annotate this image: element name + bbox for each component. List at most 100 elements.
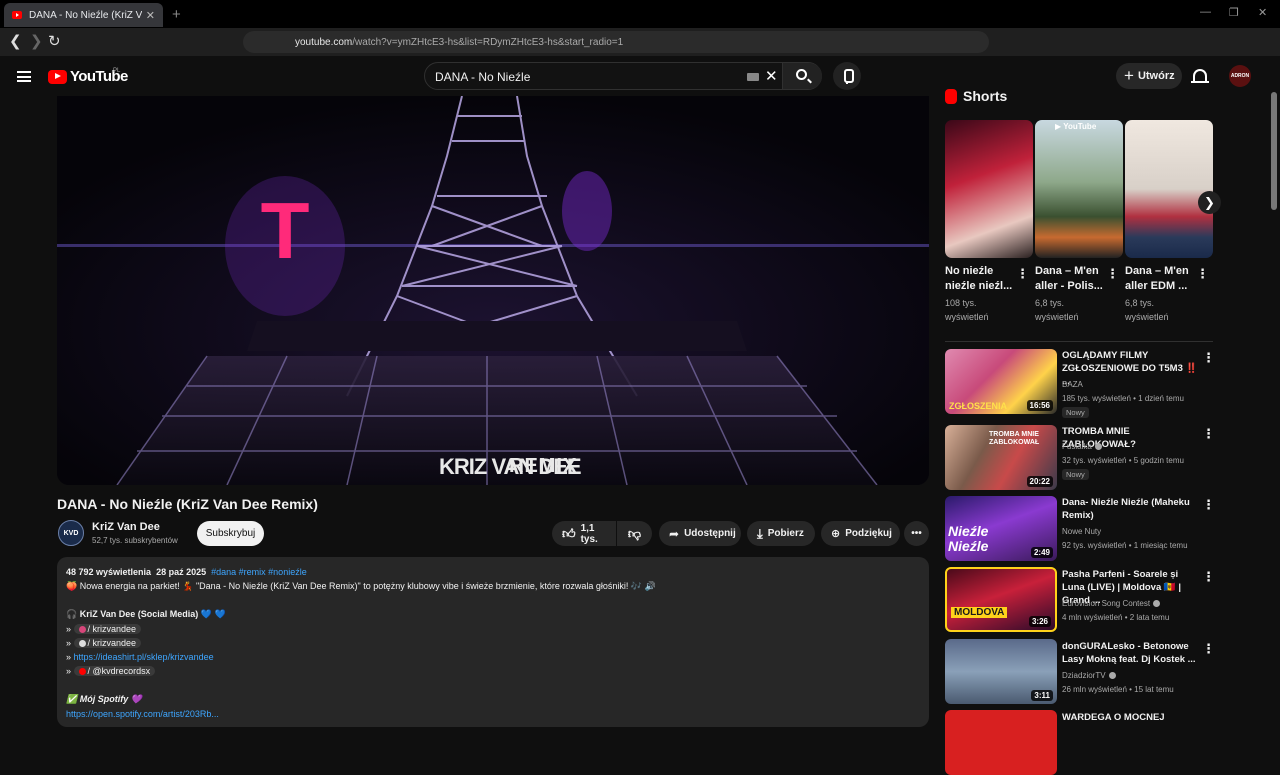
short-title-3[interactable]: Dana – M'en aller EDM ... bbox=[1125, 264, 1195, 294]
related-meta-3: 92 tys. wyświetleń • 1 miesiąc temu bbox=[1062, 541, 1188, 550]
verified-icon bbox=[1108, 672, 1116, 679]
search-box[interactable]: DANA - No Nieźle ✕ bbox=[424, 62, 822, 90]
clear-search-icon[interactable]: ✕ bbox=[765, 67, 778, 85]
duration-badge: 20:22 bbox=[1026, 476, 1053, 487]
youtube-favicon-icon bbox=[12, 11, 22, 19]
short-menu-icon[interactable]: ⋮ bbox=[1016, 266, 1029, 282]
download-icon: ⤓ bbox=[757, 525, 763, 541]
shorts-next-icon[interactable]: ❯ bbox=[1198, 191, 1221, 214]
notifications-icon[interactable] bbox=[1191, 69, 1209, 83]
channel-avatar[interactable]: KVD bbox=[58, 520, 84, 546]
related-channel-5[interactable]: DziadziorTV bbox=[1062, 671, 1116, 680]
duration-badge: 3:26 bbox=[1028, 616, 1051, 627]
related-title-3[interactable]: Dana- Nieźle Nieźle (Maheku Remix) bbox=[1062, 496, 1198, 522]
thumbnail-caption: TROMBA MNIE ZABLOKOWAŁ bbox=[989, 431, 1040, 446]
dislike-button[interactable]: 👎︎ bbox=[617, 521, 652, 546]
plus-icon: + bbox=[1124, 66, 1134, 85]
related-channel-1[interactable]: BAZA bbox=[1062, 380, 1083, 389]
keyboard-icon[interactable] bbox=[747, 73, 759, 81]
new-tab-icon[interactable]: + bbox=[172, 6, 181, 23]
subscriber-count: 52,7 tys. subskrybentów bbox=[92, 536, 178, 545]
related-channel-3[interactable]: Nowe Nuty bbox=[1062, 527, 1101, 536]
short-title-2[interactable]: Dana – M'en aller - Polis... bbox=[1035, 264, 1105, 294]
page-scrollbar[interactable] bbox=[1271, 92, 1277, 210]
search-input[interactable]: DANA - No Nieźle bbox=[435, 70, 530, 84]
tiktok-link: / krizvandee bbox=[87, 637, 137, 648]
thanks-button[interactable]: ⊕ Podziękuj bbox=[821, 521, 900, 546]
video-title: DANA - No Nieźle (KriZ Van Dee Remix) bbox=[57, 496, 318, 512]
subscribe-button[interactable]: Subskrybuj bbox=[197, 521, 264, 546]
related-thumbnail-3[interactable]: Nieźle Nieźle 2:49 bbox=[945, 496, 1057, 561]
short-menu-icon[interactable]: ⋮ bbox=[1196, 266, 1209, 282]
instagram-link: / krizvandee bbox=[87, 623, 137, 634]
short-title-1[interactable]: No nieźle nieźle nieźl... bbox=[945, 264, 1015, 294]
like-count: 1,1 tys. bbox=[580, 522, 598, 545]
related-title-5[interactable]: donGURALesko - Betonowe Lasy Mokną feat.… bbox=[1062, 640, 1198, 666]
short-thumbnail-2[interactable]: ▶ YouTube bbox=[1035, 120, 1123, 258]
create-button[interactable]: + Utwórz bbox=[1116, 63, 1182, 89]
short-menu-icon[interactable]: ⋮ bbox=[1106, 266, 1119, 282]
video-player[interactable]: T KRIZ VAN DEE REMIX bbox=[57, 96, 929, 485]
restore-icon[interactable]: ❐ bbox=[1229, 6, 1239, 19]
shop-link[interactable]: https://ideashirt.pl/sklep/krizvandee bbox=[74, 652, 214, 662]
hashtags[interactable]: #dana #remix #nonieźle bbox=[211, 567, 307, 577]
country-code: PL bbox=[113, 68, 121, 74]
minimize-icon[interactable]: — bbox=[1200, 6, 1211, 18]
tab-title: DANA - No Nieźle (KriZ Van Dee bbox=[29, 9, 142, 21]
related-thumbnail-2[interactable]: TROMBA MNIE ZABLOKOWAŁ 20:22 bbox=[945, 425, 1057, 490]
youtube-header: YouTube PL DANA - No Nieźle ✕ + Utwórz A… bbox=[0, 56, 1280, 96]
share-button[interactable]: ➦ Udostępnij bbox=[659, 521, 741, 546]
related-meta-1: 185 tys. wyświetleń • 1 dzień temu bbox=[1062, 394, 1184, 403]
like-button[interactable]: 👍︎ 1,1 tys. bbox=[552, 521, 616, 546]
duration-badge: 16:56 bbox=[1026, 400, 1053, 411]
search-button[interactable] bbox=[782, 63, 822, 89]
verified-icon bbox=[1094, 443, 1102, 450]
video-overlay-remix: REMIX bbox=[509, 455, 577, 477]
video-menu-icon[interactable]: ⋮ bbox=[1202, 641, 1215, 657]
forward-icon[interactable]: ❯ bbox=[30, 32, 43, 50]
video-menu-icon[interactable]: ⋮ bbox=[1202, 350, 1215, 366]
youtube-watermark: ▶ YouTube bbox=[1055, 122, 1097, 131]
description-box[interactable]: 48 792 wyświetlenia 28 paź 2025 #dana #r… bbox=[57, 557, 929, 727]
related-meta-5: 26 mln wyświetleń • 15 lat temu bbox=[1062, 685, 1174, 694]
related-thumbnail-5[interactable]: 3:11 bbox=[945, 639, 1057, 704]
tiktok-icon bbox=[78, 639, 86, 647]
social-row-shop: » https://ideashirt.pl/sklep/krizvandee bbox=[66, 652, 214, 663]
guide-menu-icon[interactable] bbox=[17, 71, 31, 82]
video-menu-icon[interactable]: ⋮ bbox=[1202, 426, 1215, 442]
close-tab-icon[interactable]: ✕ bbox=[146, 9, 155, 22]
url-path: /watch?v=ymZHtcE3-hs&list=RDymZHtcE3-hs&… bbox=[352, 36, 624, 48]
video-menu-icon[interactable]: ⋮ bbox=[1202, 569, 1215, 585]
close-window-icon[interactable]: ✕ bbox=[1258, 6, 1267, 19]
thumbs-down-icon: 👎︎ bbox=[627, 525, 642, 541]
thumbs-up-icon: 👍︎ bbox=[562, 525, 576, 541]
description-line: 🍑 Nowa energia na parkiet! 💃 "Dana - No … bbox=[66, 581, 656, 592]
more-actions-icon[interactable]: ••• bbox=[904, 521, 929, 546]
voice-search-icon[interactable] bbox=[833, 62, 861, 90]
youtube-channel-icon bbox=[78, 668, 86, 676]
avatar[interactable]: ADRON bbox=[1229, 65, 1251, 87]
related-thumbnail-1[interactable]: ZGŁOSZENIA 16:56 bbox=[945, 349, 1057, 414]
instagram-icon bbox=[78, 625, 86, 633]
thumbnail-caption: Nieźle Nieźle bbox=[948, 523, 989, 554]
download-button[interactable]: ⤓ Pobierz bbox=[747, 521, 815, 546]
video-menu-icon[interactable]: ⋮ bbox=[1202, 497, 1215, 513]
short-thumbnail-1[interactable] bbox=[945, 120, 1033, 258]
reload-icon[interactable]: ↻ bbox=[48, 32, 61, 50]
short-thumbnail-3[interactable] bbox=[1125, 120, 1213, 258]
related-title-6[interactable]: WARDEGA O MOCNEJ bbox=[1062, 711, 1198, 724]
thanks-label: Podziękuj bbox=[845, 528, 892, 539]
related-channel-2[interactable]: Fusialka bbox=[1062, 442, 1102, 451]
social-row-instagram: » / krizvandee bbox=[66, 622, 920, 636]
related-channel-4[interactable]: Eurovision Song Contest bbox=[1062, 599, 1161, 608]
shorts-title: Shorts bbox=[963, 88, 1008, 104]
spotify-link[interactable]: https://open.spotify.com/artist/203Rb... bbox=[66, 707, 920, 721]
channel-name[interactable]: KriZ Van Dee bbox=[92, 521, 160, 533]
url-field[interactable]: youtube.com/watch?v=ymZHtcE3-hs&list=RDy… bbox=[243, 31, 989, 53]
youtube-play-icon bbox=[48, 69, 67, 84]
duration-badge: 2:49 bbox=[1030, 547, 1053, 558]
social-header: 🎧 KriZ Van Dee (Social Media) 💙 💙 bbox=[66, 609, 226, 620]
browser-tab[interactable]: DANA - No Nieźle (KriZ Van Dee ✕ bbox=[4, 3, 163, 27]
related-thumbnail-4[interactable]: MOLDOVA 3:26 bbox=[945, 567, 1057, 632]
back-icon[interactable]: ❮ bbox=[9, 32, 22, 50]
